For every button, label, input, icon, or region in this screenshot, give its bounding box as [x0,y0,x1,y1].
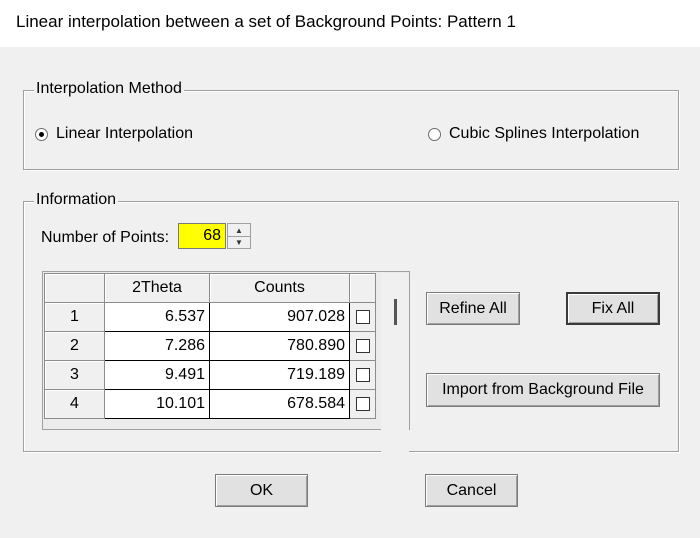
cancel-button[interactable]: Cancel [425,474,518,507]
cubic-splines-label: Cubic Splines Interpolation [449,125,640,142]
refine-checkbox[interactable] [355,338,370,353]
counts-cell[interactable]: 719.189 [209,360,350,390]
counts-cell[interactable]: 678.584 [209,389,350,419]
information-label: Information [34,191,119,209]
column-header-2theta[interactable]: 2Theta [104,273,210,303]
number-of-points-label: Number of Points: [41,229,170,246]
row-header[interactable]: 1 [44,302,105,332]
grid-header-row: 2Theta Counts [44,273,376,303]
number-of-points-field[interactable]: 68 [178,223,226,249]
fix-all-button[interactable]: Fix All [566,292,660,325]
theta-cell[interactable]: 10.101 [104,389,210,419]
theta-cell[interactable]: 9.491 [104,360,210,390]
row-header[interactable]: 4 [44,389,105,419]
cubic-splines-radio[interactable]: Cubic Splines Interpolation [428,125,639,143]
counts-cell[interactable]: 780.890 [209,331,350,361]
scrollbar-thumb[interactable] [394,299,397,325]
linear-interpolation-label: Linear Interpolation [56,125,193,142]
spin-down-icon[interactable]: ▼ [228,236,250,248]
refine-checkbox[interactable] [355,367,370,382]
spin-up-icon[interactable]: ▲ [228,224,250,236]
radio-checked-icon[interactable] [35,127,48,141]
linear-interpolation-radio[interactable]: Linear Interpolation [35,125,193,143]
title-bar: Linear interpolation between a set of Ba… [0,0,700,47]
refine-checkbox-cell[interactable] [349,360,376,390]
table-row: 3 9.491 719.189 [44,360,376,390]
theta-cell[interactable]: 7.286 [104,331,210,361]
points-table: 2Theta Counts 1 6.537 907.028 2 7.286 78… [44,273,376,419]
ok-button[interactable]: OK [215,474,308,507]
window-title: Linear interpolation between a set of Ba… [16,12,516,31]
points-grid: 2Theta Counts 1 6.537 907.028 2 7.286 78… [42,271,410,474]
grid-vertical-scrollbar[interactable] [381,273,409,474]
theta-cell[interactable]: 6.537 [104,302,210,332]
refine-checkbox-cell[interactable] [349,331,376,361]
table-row: 2 7.286 780.890 [44,331,376,361]
refine-checkbox[interactable] [355,396,370,411]
row-header[interactable]: 3 [44,360,105,390]
radio-unchecked-icon[interactable] [428,127,441,141]
refine-checkbox-cell[interactable] [349,389,376,419]
number-of-points-spinner[interactable]: ▲ ▼ [227,223,251,249]
refine-checkbox[interactable] [355,309,370,324]
counts-cell[interactable]: 907.028 [209,302,350,332]
table-row: 1 6.537 907.028 [44,302,376,332]
column-header-check [349,273,376,303]
refine-checkbox-cell[interactable] [349,302,376,332]
column-header-counts[interactable]: Counts [209,273,350,303]
grid-corner-cell [44,273,105,303]
import-from-background-file-button[interactable]: Import from Background File [426,373,660,407]
interpolation-method-label: Interpolation Method [34,80,184,98]
table-row: 4 10.101 678.584 [44,389,376,419]
row-header[interactable]: 2 [44,331,105,361]
refine-all-button[interactable]: Refine All [426,292,520,325]
